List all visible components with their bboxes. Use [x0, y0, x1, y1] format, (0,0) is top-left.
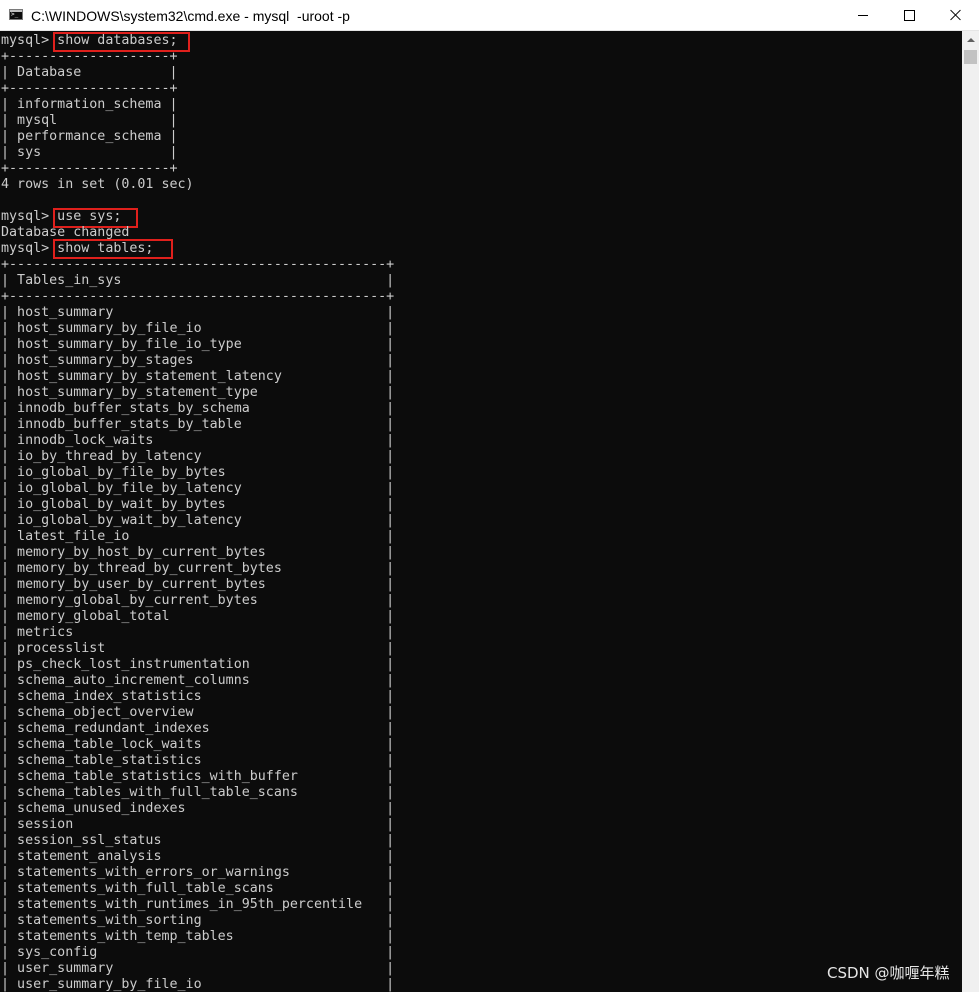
console-line: | ps_check_lost_instrumentation | [1, 657, 395, 672]
console-line: | memory_by_host_by_current_bytes | [1, 545, 395, 560]
console-line: | sys | [1, 145, 178, 160]
console-window-icon[interactable]: >_ [9, 9, 23, 20]
console-line: | user_summary_by_file_io | [1, 977, 395, 992]
console-line: | schema_table_statistics_with_buffer | [1, 769, 395, 784]
console-line: | schema_index_statistics | [1, 689, 395, 704]
prompt-glyph-icon: >_ [11, 11, 19, 18]
console-line: | mysql | [1, 113, 178, 128]
console-line: | Tables_in_sys | [1, 273, 395, 288]
console-line: | schema_redundant_indexes | [1, 721, 395, 736]
maximize-button[interactable] [886, 0, 932, 30]
arrow-up-icon [966, 37, 975, 42]
console-line: mysql> show databases; [1, 33, 178, 48]
console-line: | statements_with_sorting | [1, 913, 395, 928]
console-line: mysql> show tables; [1, 241, 154, 256]
console-line: | processlist | [1, 641, 395, 656]
console-line: | host_summary_by_stages | [1, 353, 395, 368]
console-line: mysql> use sys; [1, 209, 122, 224]
console-line: Database changed [1, 225, 130, 240]
console-line: | schema_auto_increment_columns | [1, 673, 395, 688]
console-line: | performance_schema | [1, 129, 178, 144]
console-line: | innodb_lock_waits | [1, 433, 395, 448]
console-line: | io_global_by_file_by_bytes | [1, 465, 395, 480]
console-line: | session_ssl_status | [1, 833, 395, 848]
console-line: | innodb_buffer_stats_by_table | [1, 417, 395, 432]
console-line: 4 rows in set (0.01 sec) [1, 177, 194, 192]
watermark-text: CSDN @咖喱年糕 [827, 964, 950, 982]
console-line: | schema_unused_indexes | [1, 801, 395, 816]
console-line: | memory_global_total | [1, 609, 395, 624]
console-line: | schema_table_statistics | [1, 753, 395, 768]
console-line: | memory_global_by_current_bytes | [1, 593, 395, 608]
console-line: | statement_analysis | [1, 849, 395, 864]
console-line: | host_summary_by_statement_type | [1, 385, 395, 400]
console-line: +--------------------+ [1, 49, 178, 64]
console-line: | host_summary | [1, 305, 395, 320]
scrollbar-thumb[interactable] [964, 50, 977, 64]
console-line: | statements_with_runtimes_in_95th_perce… [1, 897, 395, 912]
console-line: | io_global_by_wait_by_bytes | [1, 497, 395, 512]
console-line: | schema_object_overview | [1, 705, 395, 720]
console-line: +---------------------------------------… [1, 257, 395, 272]
minimize-icon [858, 14, 868, 16]
console-line: | io_global_by_file_by_latency | [1, 481, 395, 496]
console-line: | memory_by_user_by_current_bytes | [1, 577, 395, 592]
close-button[interactable] [933, 0, 979, 30]
console-line: | information_schema | [1, 97, 178, 112]
title-bar[interactable]: >_ C:\WINDOWS\system32\cmd.exe - mysql -… [0, 0, 979, 31]
minimize-button[interactable] [840, 0, 886, 30]
window-title: C:\WINDOWS\system32\cmd.exe - mysql -uro… [31, 8, 350, 24]
console-line: | session | [1, 817, 395, 832]
console-line: +--------------------+ [1, 81, 178, 96]
close-icon [950, 9, 962, 21]
console-line: | Database | [1, 65, 178, 80]
console-line: | host_summary_by_statement_latency | [1, 369, 395, 384]
vertical-scrollbar[interactable] [962, 31, 979, 992]
maximize-icon [903, 9, 915, 21]
console-line: | io_global_by_wait_by_latency | [1, 513, 395, 528]
console-line: | memory_by_thread_by_current_bytes | [1, 561, 395, 576]
console-line: | host_summary_by_file_io | [1, 321, 395, 336]
console-line: +---------------------------------------… [1, 289, 395, 304]
console-output[interactable]: mysql> show databases; +-----------------… [0, 31, 962, 992]
console-line: | sys_config | [1, 945, 395, 960]
scroll-up-button[interactable] [962, 31, 979, 48]
console-line: | schema_table_lock_waits | [1, 737, 395, 752]
console-line: | statements_with_full_table_scans | [1, 881, 395, 896]
console-line: | metrics | [1, 625, 395, 640]
console-line: | innodb_buffer_stats_by_schema | [1, 401, 395, 416]
console-line: +--------------------+ [1, 161, 178, 176]
console-line: | io_by_thread_by_latency | [1, 449, 395, 464]
console-line: | host_summary_by_file_io_type | [1, 337, 395, 352]
console-line: | latest_file_io | [1, 529, 395, 544]
console-line: | user_summary | [1, 961, 395, 976]
console-line: | schema_tables_with_full_table_scans | [1, 785, 395, 800]
console-line: | statements_with_errors_or_warnings | [1, 865, 395, 880]
console-line: | statements_with_temp_tables | [1, 929, 395, 944]
